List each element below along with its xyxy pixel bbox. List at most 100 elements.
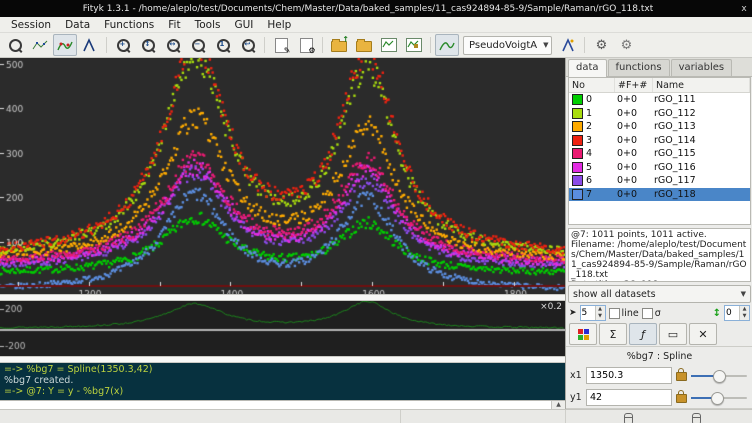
lock-icon[interactable] (676, 394, 687, 403)
shift-spinner[interactable]: ▲▼ (724, 305, 750, 321)
slider-handle[interactable] (711, 392, 724, 405)
line-checkbox[interactable]: line (609, 308, 639, 319)
table-row[interactable]: 70+0rGO_118 (569, 188, 750, 202)
dataset-name: rGO_114 (651, 134, 750, 148)
table-row[interactable]: 40+0rGO_115 (569, 147, 750, 161)
table-row[interactable]: 20+0rGO_113 (569, 120, 750, 134)
sidebar: datafunctionsvariables No #F+# Name 00+0… (565, 58, 752, 409)
menu-session[interactable]: Session (4, 18, 58, 32)
close-button[interactable]: x (736, 4, 752, 14)
menu-data[interactable]: Data (58, 18, 97, 32)
console-command: =-> @7: Y = y - %bg7(x) (4, 386, 561, 397)
save-image-button[interactable] (402, 34, 426, 56)
dataset-color-swatch[interactable] (572, 189, 583, 200)
param-y1-slider[interactable] (691, 391, 747, 404)
tab-data[interactable]: data (568, 59, 607, 77)
show-datasets-dropdown[interactable]: show all datasets ▼ (568, 285, 751, 303)
aux-plot-canvas[interactable] (0, 301, 565, 356)
menu-gui[interactable]: GUI (227, 18, 260, 32)
shift-value[interactable] (725, 306, 739, 320)
dataset-table: No #F+# Name 00+0rGO_11110+0rGO_11220+0r… (568, 77, 751, 225)
param-label: y1 (570, 392, 582, 403)
sidebar-buttons: Σ ƒ ▭ ✕ (566, 322, 752, 347)
dataset-color-swatch[interactable] (572, 108, 583, 119)
table-row[interactable]: 10+0rGO_112 (569, 107, 750, 121)
dataset-color-swatch[interactable] (572, 135, 583, 146)
menu-fit[interactable]: Fit (161, 18, 187, 32)
title-bar[interactable]: Fityk 1.3.1 - /home/aleplo/test/Document… (0, 0, 752, 17)
toolbar-separator (322, 37, 323, 53)
fit-run-button[interactable]: ⚙︎ (614, 34, 638, 56)
sigma-icon: Σ (610, 328, 617, 341)
line-checkbox-label: line (622, 308, 639, 319)
dataset-name: rGO_115 (651, 147, 750, 161)
tab-variables[interactable]: variables (671, 59, 733, 76)
export-plot-button[interactable] (377, 34, 401, 56)
toolbar: + ↕ ↔ − 1 ↩ ✎ ⚙ ↑ PseudoVoigtA ▼ ⚙ ⚙︎ (0, 33, 752, 58)
param-x1-slider[interactable] (691, 369, 747, 382)
table-row[interactable]: 00+0rGO_111 (569, 93, 750, 107)
param-y1-input[interactable] (586, 389, 672, 406)
dataset-color-swatch[interactable] (572, 175, 583, 186)
sum-toggle-button[interactable]: Σ (599, 323, 627, 345)
table-row[interactable]: 50+0rGO_116 (569, 161, 750, 175)
table-row[interactable]: 30+0rGO_114 (569, 134, 750, 148)
baseline-mode-button[interactable] (53, 34, 77, 56)
table-row[interactable]: 60+0rGO_117 (569, 174, 750, 188)
console-splitter[interactable] (0, 356, 565, 363)
load-session-button[interactable] (352, 34, 376, 56)
param-x1-input[interactable] (586, 367, 672, 384)
rerun-script-button[interactable]: ⚙ (294, 34, 318, 56)
function-mode-button[interactable] (435, 34, 459, 56)
zoom-vertical-button[interactable]: ↕ (136, 34, 160, 56)
info-line: Data title: rGO_118 (571, 280, 748, 282)
add-function-button[interactable] (556, 34, 580, 56)
output-console[interactable]: =-> %bg7 = Spline(1350.3,42)%bg7 created… (0, 363, 565, 400)
menu-tools[interactable]: Tools (188, 18, 228, 32)
lock-icon[interactable] (676, 372, 687, 381)
dataset-name: rGO_113 (651, 120, 750, 134)
function-type-select[interactable]: PseudoVoigtA ▼ (463, 36, 552, 55)
auxiliary-plot[interactable]: ×0.2 (0, 301, 565, 356)
main-plot[interactable] (0, 58, 565, 294)
load-data-button[interactable]: ↑ (327, 34, 351, 56)
copy-data-button[interactable]: ▭ (659, 323, 687, 345)
functions-toggle-button[interactable]: ƒ (629, 323, 657, 345)
dataset-name: rGO_112 (651, 107, 750, 121)
dataset-color-swatch[interactable] (572, 121, 583, 132)
zoom-horizontal-button[interactable]: ↔ (161, 34, 185, 56)
data-range-mode-button[interactable] (28, 34, 52, 56)
zoom-all-button[interactable]: + (111, 34, 135, 56)
blue-peak-icon (561, 38, 575, 52)
zoom-out-button[interactable]: − (186, 34, 210, 56)
window-title: Fityk 1.3.1 - /home/aleplo/test/Document… (83, 4, 654, 14)
point-size-value[interactable] (581, 306, 595, 320)
point-size-spinner[interactable]: ▲▼ (580, 305, 606, 321)
slider-handle[interactable] (713, 370, 726, 383)
main-plot-canvas[interactable] (0, 58, 565, 294)
edit-script-button[interactable]: ✎ (269, 34, 293, 56)
pointer-icon: ➤ (569, 308, 577, 318)
zoom-previous-button[interactable]: ↩ (236, 34, 260, 56)
zoom-100-button[interactable]: 1 (211, 34, 235, 56)
tab-functions[interactable]: functions (608, 59, 670, 76)
toolbar-separator (264, 37, 265, 53)
param-row-x1: x1 (566, 364, 752, 386)
menu-functions[interactable]: Functions (97, 18, 161, 32)
add-peak-mode-button[interactable] (78, 34, 102, 56)
gear-icon: ⚙ (596, 38, 608, 53)
checkbox-icon[interactable] (642, 308, 653, 319)
dataset-color-swatch[interactable] (572, 148, 583, 159)
plot-splitter[interactable] (0, 294, 565, 301)
menu-help[interactable]: Help (260, 18, 298, 32)
sigma-checkbox[interactable]: σ (642, 308, 661, 319)
dataset-color-swatch[interactable] (572, 94, 583, 105)
dataset-colors-button[interactable] (569, 323, 597, 345)
zoom-previous-icon: ↩ (242, 39, 255, 52)
checkbox-icon[interactable] (609, 308, 620, 319)
settings-button[interactable]: ⚙ (589, 34, 613, 56)
dataset-color-swatch[interactable] (572, 162, 583, 173)
delete-button[interactable]: ✕ (689, 323, 717, 345)
data-points-icon (32, 38, 48, 52)
zoom-mode-button[interactable] (3, 34, 27, 56)
